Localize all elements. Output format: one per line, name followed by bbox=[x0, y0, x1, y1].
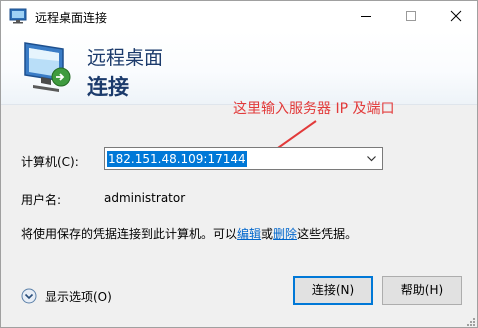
connect-button[interactable]: 连接(N) bbox=[293, 276, 373, 305]
header-banner: 远程桌面 连接 bbox=[1, 31, 477, 105]
remote-desktop-monitor-icon bbox=[24, 42, 71, 92]
computer-input[interactable]: 182.151.48.109:17144 bbox=[107, 151, 247, 167]
credentials-text-suffix: 这些凭据。 bbox=[297, 227, 358, 241]
header-title-line2: 连接 bbox=[87, 75, 129, 99]
close-icon bbox=[450, 10, 462, 22]
chevron-down-icon bbox=[367, 156, 376, 162]
expand-circle-icon bbox=[21, 288, 37, 304]
minimize-button[interactable] bbox=[346, 1, 386, 31]
window-title: 远程桌面连接 bbox=[35, 11, 108, 25]
delete-credentials-link[interactable]: 删除 bbox=[273, 227, 297, 241]
show-options-label: 显示选项(O) bbox=[45, 290, 112, 304]
credentials-text-or: 或 bbox=[261, 227, 274, 241]
remote-desktop-app-icon bbox=[9, 8, 27, 24]
remote-desktop-window: 远程桌面连接 远程桌面 连接 这里输入服务器 IP 及端口 计算机(C): 18… bbox=[0, 0, 478, 328]
minimize-icon bbox=[361, 16, 371, 17]
annotation-text: 这里输入服务器 IP 及端口 bbox=[233, 101, 395, 117]
title-bar[interactable]: 远程桌面连接 bbox=[1, 1, 477, 31]
header-title-line1: 远程桌面 bbox=[87, 47, 164, 69]
credentials-text-prefix: 将使用保存的凭据连接到此计算机。可以 bbox=[21, 227, 238, 241]
credentials-notice: 将使用保存的凭据连接到此计算机。可以编辑或删除这些凭据。 bbox=[21, 225, 357, 242]
maximize-button[interactable] bbox=[391, 1, 431, 31]
computer-combobox[interactable]: 182.151.48.109:17144 bbox=[104, 147, 383, 170]
resize-grip-icon[interactable] bbox=[464, 317, 476, 327]
maximize-icon bbox=[406, 11, 416, 21]
edit-credentials-link[interactable]: 编辑 bbox=[237, 227, 261, 241]
computer-label: 计算机(C): bbox=[21, 155, 79, 169]
username-label: 用户名: bbox=[21, 193, 62, 207]
computer-dropdown-button[interactable] bbox=[363, 149, 380, 168]
close-button[interactable] bbox=[436, 1, 476, 31]
username-value: administrator bbox=[104, 191, 186, 205]
help-button[interactable]: 帮助(H) bbox=[382, 276, 462, 305]
